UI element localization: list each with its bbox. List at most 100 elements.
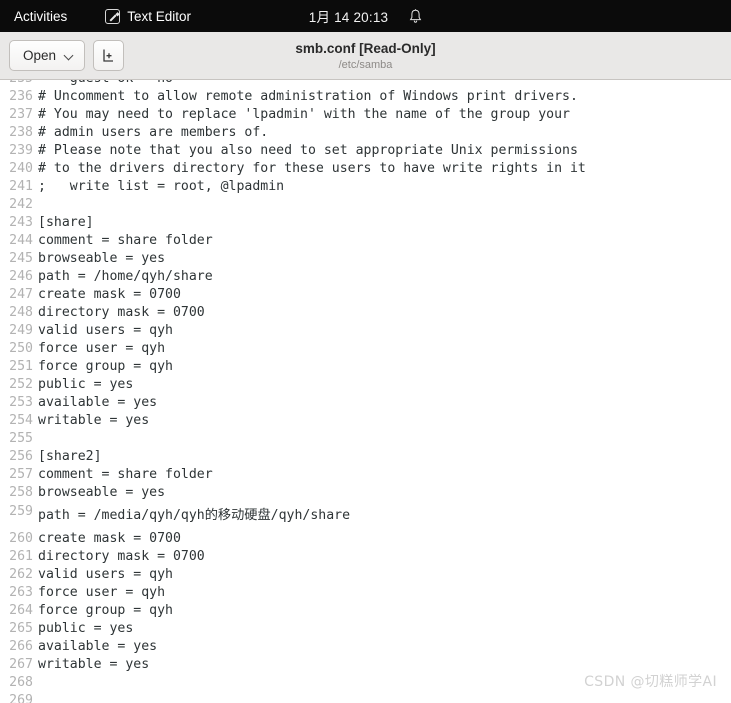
watermark: CSDN @切糕师学AI (584, 674, 717, 690)
code-line[interactable]: 236 # Uncomment to allow remote administr… (0, 88, 731, 106)
line-number: 237 (9, 107, 33, 122)
new-document-icon (103, 49, 114, 62)
code-line[interactable]: 243 [share] (0, 214, 731, 232)
line-text: path = /home/qyh/share (38, 269, 213, 284)
window-header-bar: Open (0, 32, 731, 80)
new-document-button[interactable] (93, 40, 125, 71)
code-line[interactable]: 242 (0, 196, 731, 214)
line-text: writable = yes (38, 657, 150, 672)
text-editor-view[interactable]: 235 guest ok = no236 # Uncomment to allow… (0, 80, 731, 703)
code-line[interactable]: 269 (0, 692, 731, 703)
open-button-label: Open (23, 48, 57, 63)
line-text: writable = yes (38, 413, 150, 428)
line-number: 241 (9, 179, 33, 194)
code-line[interactable]: 261 directory mask = 0700 (0, 548, 731, 566)
code-line[interactable]: 258 browseable = yes (0, 484, 731, 502)
line-text: comment = share folder (38, 467, 213, 482)
code-line[interactable]: 265 public = yes (0, 620, 731, 638)
code-line[interactable]: 266 available = yes (0, 638, 731, 656)
clock[interactable]: 1月 14 20:13 (309, 6, 389, 26)
code-line[interactable]: 239 # Please note that you also need to s… (0, 142, 731, 160)
code-line[interactable]: 263 force user = qyh (0, 584, 731, 602)
line-text: browseable = yes (38, 485, 166, 500)
line-number: 244 (9, 233, 33, 248)
line-number: 259 (9, 504, 33, 519)
code-line[interactable]: 262 valid users = qyh (0, 566, 731, 584)
line-text: public = yes (38, 377, 134, 392)
line-text: directory mask = 0700 (38, 305, 205, 320)
line-number: 252 (9, 377, 33, 392)
line-text: # admin users are members of. (38, 125, 269, 140)
line-number: 254 (9, 413, 33, 428)
bell-icon[interactable] (409, 8, 422, 24)
line-text: valid users = qyh (38, 567, 173, 582)
line-number: 253 (9, 395, 33, 410)
code-line[interactable]: 252 public = yes (0, 376, 731, 394)
line-text: create mask = 0700 (38, 287, 181, 302)
line-text: directory mask = 0700 (38, 549, 205, 564)
code-line[interactable]: 237 # You may need to replace 'lpadmin' w… (0, 106, 731, 124)
code-line[interactable]: 254 writable = yes (0, 412, 731, 430)
code-line[interactable]: 259 path = /media/qyh/qyh的移动硬盘/qyh/share (0, 502, 731, 530)
line-number: 265 (9, 621, 33, 636)
code-line[interactable]: 235 guest ok = no (0, 80, 731, 88)
line-number: 264 (9, 603, 33, 618)
line-number: 256 (9, 449, 33, 464)
line-text: create mask = 0700 (38, 531, 181, 546)
line-number: 240 (9, 161, 33, 176)
chevron-down-icon (65, 51, 74, 60)
line-text: force user = qyh (38, 585, 166, 600)
code-line[interactable]: 260 create mask = 0700 (0, 530, 731, 548)
open-button[interactable]: Open (9, 40, 86, 71)
line-number: 247 (9, 287, 33, 302)
code-line[interactable]: 244 comment = share folder (0, 232, 731, 250)
line-number: 238 (9, 125, 33, 140)
code-line[interactable]: 241 ; write list = root, @lpadmin (0, 178, 731, 196)
line-number: 268 (9, 675, 33, 690)
line-number: 261 (9, 549, 33, 564)
line-text: available = yes (38, 639, 158, 654)
line-text: force group = qyh (38, 359, 173, 374)
code-line[interactable]: 238 # admin users are members of. (0, 124, 731, 142)
line-text: guest ok = no (33, 80, 173, 88)
code-line[interactable]: 256 [share2] (0, 448, 731, 466)
line-number: 269 (9, 693, 33, 703)
code-lines-container: 235 guest ok = no236 # Uncomment to allow… (0, 80, 731, 703)
line-text: public = yes (38, 621, 134, 636)
line-number: 262 (9, 567, 33, 582)
line-text: # You may need to replace 'lpadmin' with… (38, 107, 570, 122)
line-number: 236 (9, 89, 33, 104)
code-line[interactable]: 253 available = yes (0, 394, 731, 412)
code-line[interactable]: 251 force group = qyh (0, 358, 731, 376)
line-number: 260 (9, 531, 33, 546)
line-number: 249 (9, 323, 33, 338)
code-line[interactable]: 247 create mask = 0700 (0, 286, 731, 304)
code-line[interactable]: 264 force group = qyh (0, 602, 731, 620)
line-number: 257 (9, 467, 33, 482)
line-number: 250 (9, 341, 33, 356)
line-text: valid users = qyh (38, 323, 173, 338)
code-line[interactable]: 240 # to the drivers directory for these … (0, 160, 731, 178)
line-text: ; write list = root, @lpadmin (38, 179, 285, 194)
activities-label: Activities (14, 8, 68, 24)
code-line[interactable]: 250 force user = qyh (0, 340, 731, 358)
line-number: 239 (9, 143, 33, 158)
line-number: 255 (9, 431, 33, 446)
code-line[interactable]: 245 browseable = yes (0, 250, 731, 268)
line-text: # Please note that you also need to set … (38, 143, 578, 158)
code-line[interactable]: 249 valid users = qyh (0, 322, 731, 340)
line-number: 251 (9, 359, 33, 374)
line-number: 242 (9, 197, 33, 212)
code-line[interactable]: 255 (0, 430, 731, 448)
line-text: browseable = yes (38, 251, 166, 266)
code-line[interactable]: 248 directory mask = 0700 (0, 304, 731, 322)
line-number: 246 (9, 269, 33, 284)
code-line[interactable]: 257 comment = share folder (0, 466, 731, 484)
activities-button[interactable]: Activities (0, 0, 79, 32)
app-menu-label: Text Editor (127, 8, 192, 24)
line-number: 235 (0, 80, 33, 88)
app-menu-button[interactable]: Text Editor (105, 0, 191, 32)
code-line[interactable]: 246 path = /home/qyh/share (0, 268, 731, 286)
line-text: [share2] (38, 449, 102, 464)
line-text: force group = qyh (38, 603, 173, 618)
